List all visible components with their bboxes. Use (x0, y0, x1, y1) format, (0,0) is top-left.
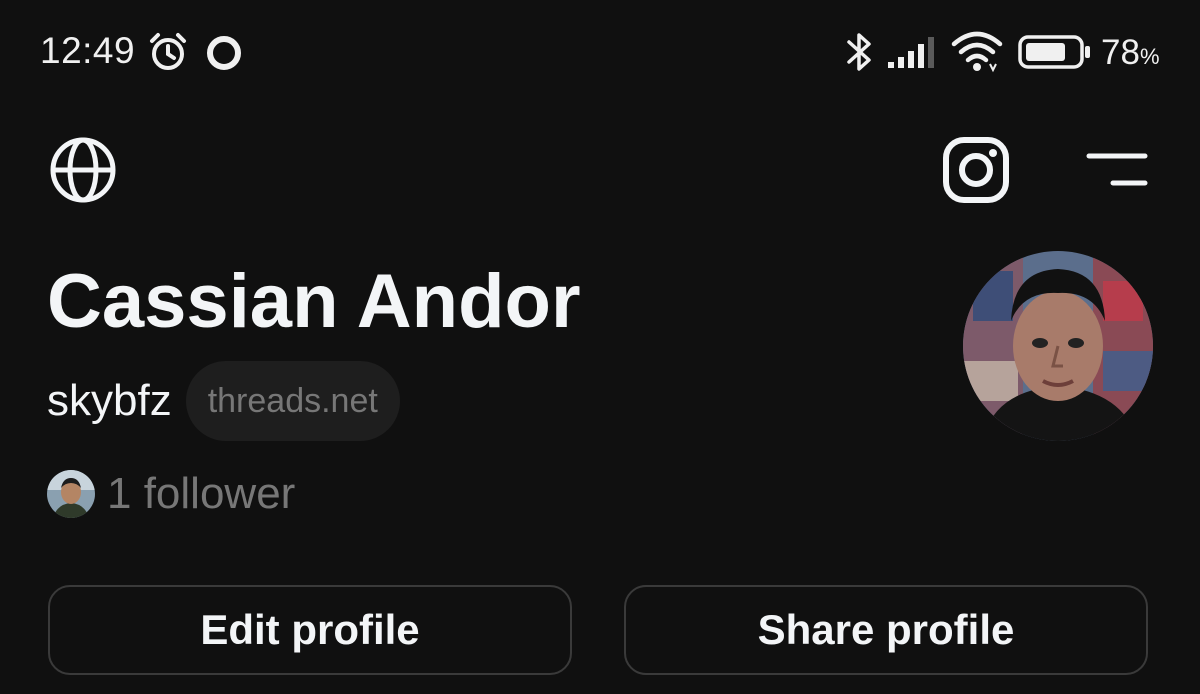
share-profile-button[interactable]: Share profile (624, 585, 1148, 675)
profile-avatar[interactable] (963, 251, 1153, 441)
menu-icon[interactable] (1084, 150, 1150, 190)
wifi-icon (951, 31, 1003, 73)
edit-profile-button[interactable]: Edit profile (48, 585, 572, 675)
alarm-icon (150, 33, 186, 70)
threads-domain-badge[interactable]: threads.net (185, 361, 400, 441)
circle-notification-icon (207, 36, 241, 70)
profile-handle: skybfz (47, 376, 172, 425)
profile-name: Cassian Andor (47, 259, 581, 344)
instagram-icon[interactable] (941, 135, 1011, 205)
bluetooth-icon (847, 33, 871, 71)
followers-row[interactable]: 1 follower (47, 468, 295, 520)
battery-percentage: 78% (1101, 33, 1160, 72)
follower-avatar (47, 470, 95, 518)
status-bar: 12:49 78% (0, 0, 1200, 104)
status-time: 12:49 (40, 30, 136, 71)
battery-icon (1018, 35, 1090, 69)
signal-icon (888, 37, 934, 68)
top-nav (0, 120, 1200, 220)
handle-row: skybfz threads.net (47, 361, 400, 441)
profile-avatar-image (963, 251, 1153, 441)
globe-icon[interactable] (48, 135, 118, 205)
follower-count: 1 follower (107, 469, 296, 518)
